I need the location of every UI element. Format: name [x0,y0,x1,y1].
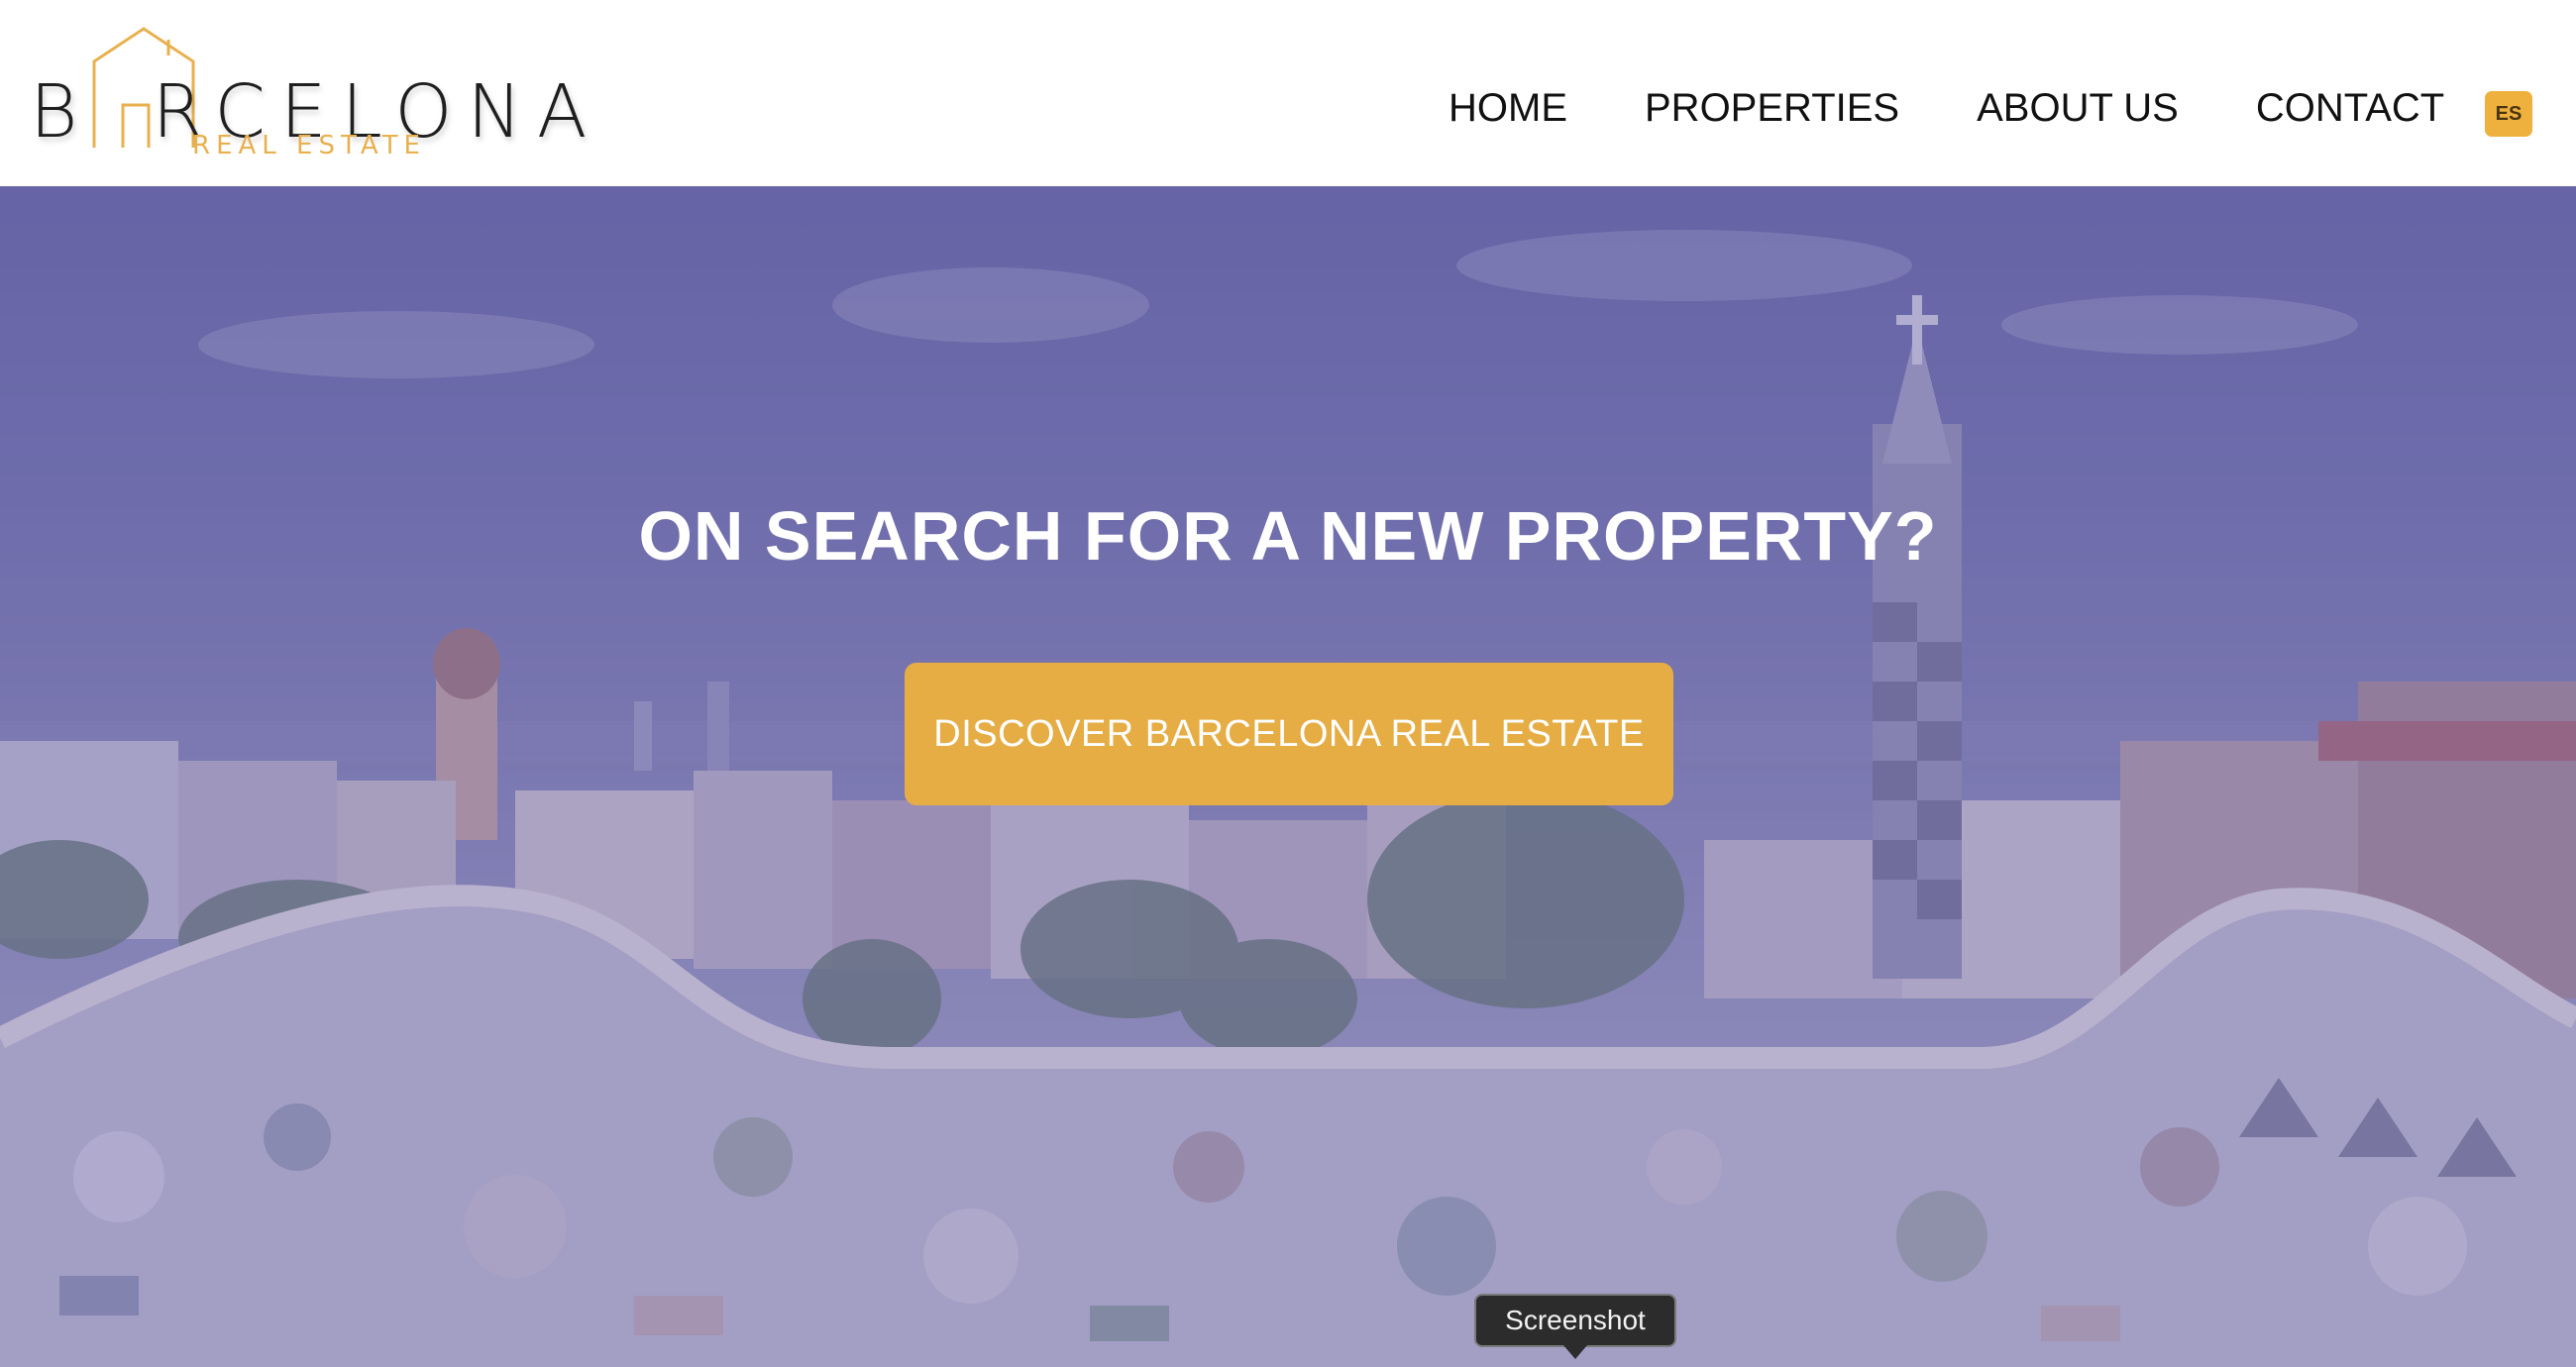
nav-contact[interactable]: CONTACT [2256,88,2444,128]
site-logo[interactable]: B RCELONA REAL ESTATE [30,26,587,164]
nav-home[interactable]: HOME [1449,88,1567,128]
screenshot-tooltip: Screenshot [1474,1294,1676,1347]
language-switch-button[interactable]: ES [2485,91,2532,137]
hero-title: ON SEARCH FOR A NEW PROPERTY? [638,497,1938,575]
main-nav: HOME PROPERTIES ABOUT US CONTACT [1449,81,2444,135]
hero-section: ON SEARCH FOR A NEW PROPERTY? DISCOVER B… [0,186,2576,1367]
nav-properties[interactable]: PROPERTIES [1645,88,1899,128]
site-header: B RCELONA REAL ESTATE HOME PROPERTIES ABO… [0,0,2576,186]
tooltip-arrow [1563,1345,1587,1359]
nav-about-us[interactable]: ABOUT US [1977,88,2179,128]
logo-subtitle: REAL ESTATE [192,131,426,160]
discover-cta-button[interactable]: DISCOVER BARCELONA REAL ESTATE [905,663,1673,805]
